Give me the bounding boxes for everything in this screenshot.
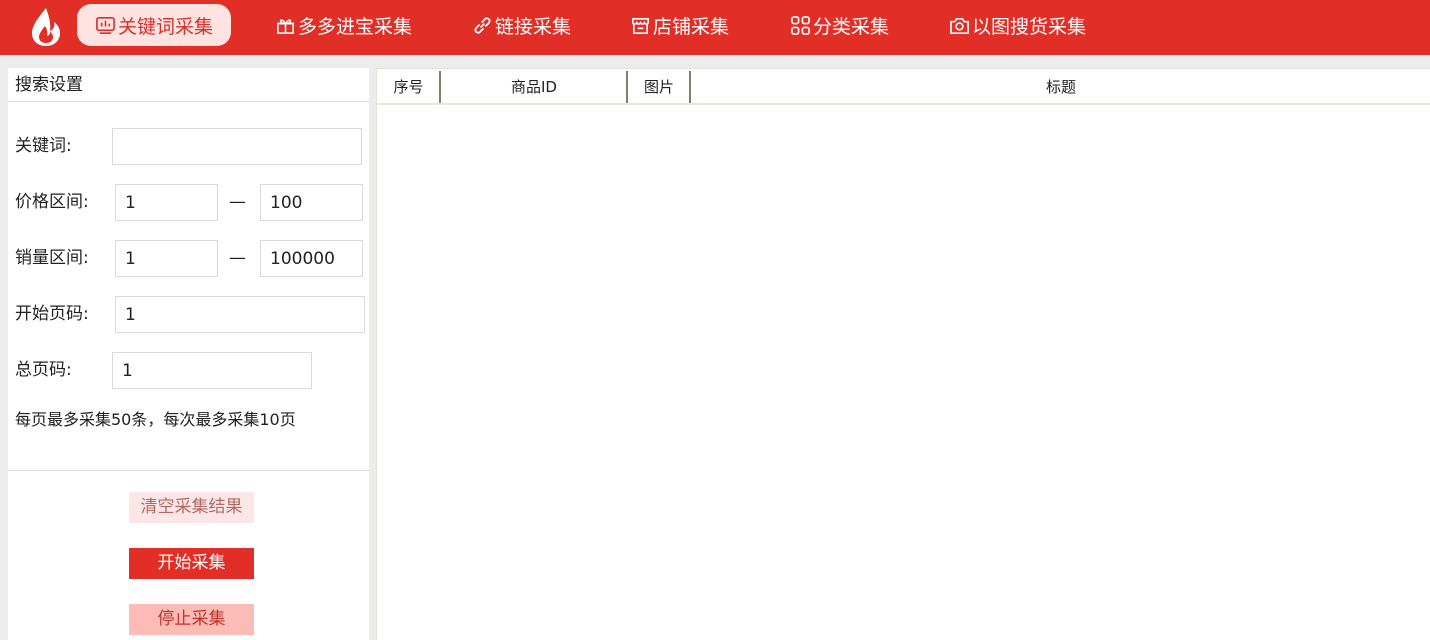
sales-range-separator: —: [229, 248, 246, 268]
flame-logo-icon: [32, 8, 60, 46]
start-page-label: 开始页码:: [15, 304, 89, 324]
chart-icon: [96, 16, 115, 34]
grid-icon: [791, 15, 810, 35]
tab-category-collect[interactable]: 分类采集: [790, 4, 889, 46]
total-pages-label: 总页码:: [15, 360, 72, 380]
tab-shop-collect[interactable]: 店铺采集: [630, 4, 729, 46]
sales-max-input[interactable]: [260, 240, 363, 277]
gift-icon: [276, 18, 295, 34]
search-settings-panel: 搜索设置 关键词: 价格区间: — 销量区间: — 开始页码: 总页码: 每页最…: [8, 68, 369, 640]
results-table: 序号 商品ID 图片 标题: [376, 68, 1430, 640]
table-header: 序号 商品ID 图片 标题: [377, 69, 1430, 105]
column-header-index[interactable]: 序号: [377, 69, 440, 103]
start-collect-button[interactable]: 开始采集: [129, 548, 254, 579]
divider: [8, 470, 369, 471]
tab-duoduo-collect[interactable]: 多多进宝采集: [275, 4, 412, 46]
keyword-input[interactable]: [112, 128, 362, 165]
clear-results-button[interactable]: 清空采集结果: [129, 492, 254, 523]
tab-image-search-collect[interactable]: 以图搜货采集: [949, 4, 1086, 46]
column-header-image[interactable]: 图片: [628, 69, 690, 103]
keyword-label: 关键词:: [15, 136, 72, 156]
collect-limit-hint: 每页最多采集50条，每次最多采集10页: [15, 410, 296, 429]
tab-label: 链接采集: [495, 15, 572, 38]
price-range-label: 价格区间:: [15, 192, 89, 212]
top-navigation-bar: 关键词采集 多多进宝采集 链接采集 店铺采集 分类采集 以图搜货采集: [0, 0, 1430, 55]
total-pages-input[interactable]: [112, 352, 312, 389]
start-page-input[interactable]: [115, 296, 365, 333]
price-range-separator: —: [229, 192, 246, 212]
price-max-input[interactable]: [260, 184, 363, 221]
camera-icon: [950, 17, 969, 34]
price-min-input[interactable]: [115, 184, 218, 221]
tab-link-collect[interactable]: 链接采集: [472, 4, 571, 46]
tab-label: 关键词采集: [118, 15, 214, 38]
link-icon: [474, 16, 491, 34]
tab-label: 分类采集: [813, 15, 890, 38]
tab-label: 店铺采集: [653, 15, 730, 38]
sales-range-label: 销量区间:: [15, 248, 89, 268]
stop-collect-button[interactable]: 停止采集: [129, 604, 254, 635]
column-header-product-id[interactable]: 商品ID: [441, 69, 627, 103]
sales-min-input[interactable]: [115, 240, 218, 277]
tab-label: 多多进宝采集: [298, 15, 413, 38]
tab-label: 以图搜货采集: [972, 15, 1087, 38]
shop-icon: [632, 17, 649, 34]
tab-keyword-collect[interactable]: 关键词采集: [77, 4, 232, 46]
panel-title: 搜索设置: [8, 68, 369, 102]
column-header-title[interactable]: 标题: [691, 69, 1430, 103]
